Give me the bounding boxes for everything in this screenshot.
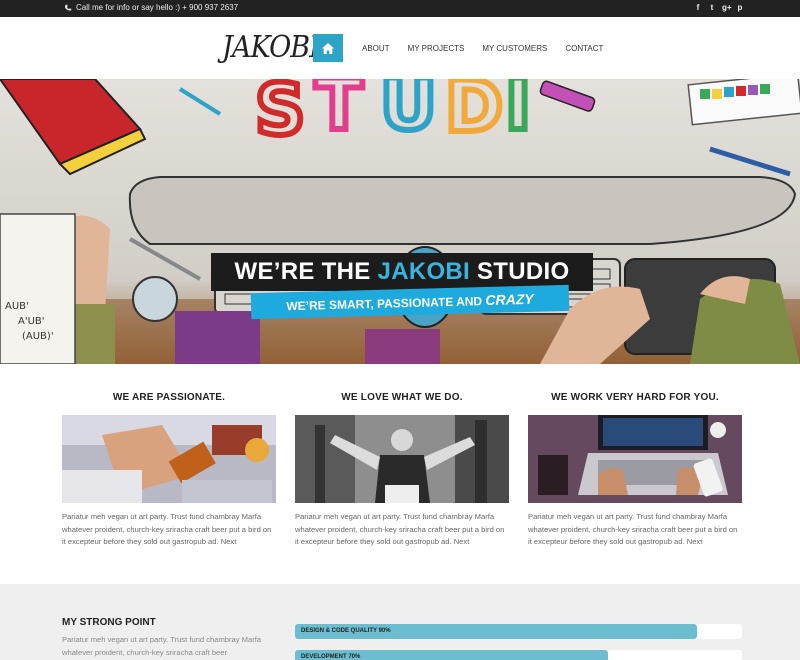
feature-image-man	[295, 415, 509, 503]
feature-card: WE WORK VERY HARD FOR YOU. Pariatur meh …	[528, 392, 742, 549]
cup-illustration	[132, 276, 178, 322]
nav-contact[interactable]: CONTACT	[565, 44, 603, 53]
studio-doodle: S T U D I	[252, 79, 534, 154]
social-links: f t g+ p	[694, 3, 744, 12]
strong-point-text: Pariatur meh vegan ut art party. Trust f…	[62, 635, 262, 657]
svg-text:S: S	[255, 79, 305, 151]
skill-bar-label: DESIGN & CODE QUALITY 90%	[301, 628, 391, 634]
site-logo[interactable]: JAKOBI	[222, 30, 320, 65]
header: JAKOBI ABOUT MY PROJECTS MY CUSTOMERS CO…	[0, 17, 800, 79]
svg-text:T: T	[315, 79, 363, 146]
feature-image-meeting	[62, 415, 276, 503]
features-section: WE ARE PASSIONATE. Pariatur meh vegan ut…	[0, 364, 800, 584]
feature-title: WE LOVE WHAT WE DO.	[341, 392, 463, 403]
twitter-icon[interactable]: t	[708, 3, 716, 12]
main-nav: ABOUT MY PROJECTS MY CUSTOMERS CONTACT	[313, 34, 612, 62]
feature-card: WE ARE PASSIONATE. Pariatur meh vegan ut…	[62, 392, 276, 549]
feature-title: WE WORK VERY HARD FOR YOU.	[551, 392, 719, 403]
feature-text: Pariatur meh vegan ut art party. Trust f…	[528, 512, 738, 546]
facebook-icon[interactable]: f	[694, 3, 702, 12]
feature-text: Pariatur meh vegan ut art party. Trust f…	[295, 512, 505, 546]
google-plus-icon[interactable]: g+	[722, 3, 732, 12]
pinterest-icon[interactable]: p	[736, 3, 744, 12]
contact-info-text: Call me for info or say hello :) + 900 9…	[76, 3, 239, 12]
nav-my-customers[interactable]: MY CUSTOMERS	[482, 44, 547, 53]
nav-my-projects[interactable]: MY PROJECTS	[408, 44, 465, 53]
feature-image-laptop	[528, 415, 742, 503]
skill-bar: DEVELOPMENT 70%	[295, 650, 742, 660]
monitor-illustration	[128, 176, 797, 245]
feature-card: WE LOVE WHAT WE DO. Pariatur meh vegan u…	[295, 392, 509, 549]
svg-text:I: I	[505, 79, 531, 146]
svg-text:(AUB)': (AUB)'	[22, 331, 54, 342]
nav-about[interactable]: ABOUT	[362, 44, 390, 53]
hero-illustration: S T U D I AUB' A'UB' (AUB)'	[0, 79, 800, 364]
strong-point-title: MY STRONG POINT	[62, 617, 156, 628]
home-icon	[322, 42, 334, 54]
strong-point-section: MY STRONG POINT Pariatur meh vegan ut ar…	[0, 584, 800, 660]
top-bar: Call me for info or say hello :) + 900 9…	[0, 0, 800, 17]
svg-text:A'UB': A'UB'	[18, 316, 45, 327]
notepad-illustration: AUB' A'UB' (AUB)'	[0, 213, 76, 364]
feature-title: WE ARE PASSIONATE.	[112, 392, 226, 403]
hero-banner: S T U D I AUB' A'UB' (AUB)' WE’RE THE JA…	[0, 79, 800, 364]
skill-bar: DESIGN & CODE QUALITY 90%	[295, 624, 742, 639]
phone-icon	[65, 4, 72, 11]
feature-text: Pariatur meh vegan ut art party. Trust f…	[62, 512, 272, 546]
home-button[interactable]	[313, 34, 343, 62]
svg-text:U: U	[380, 79, 437, 146]
svg-text:AUB': AUB'	[5, 301, 29, 312]
skill-bar-label: DEVELOPMENT 70%	[301, 654, 361, 660]
contact-info: Call me for info or say hello :) + 900 9…	[64, 3, 238, 12]
svg-text:D: D	[445, 79, 503, 148]
